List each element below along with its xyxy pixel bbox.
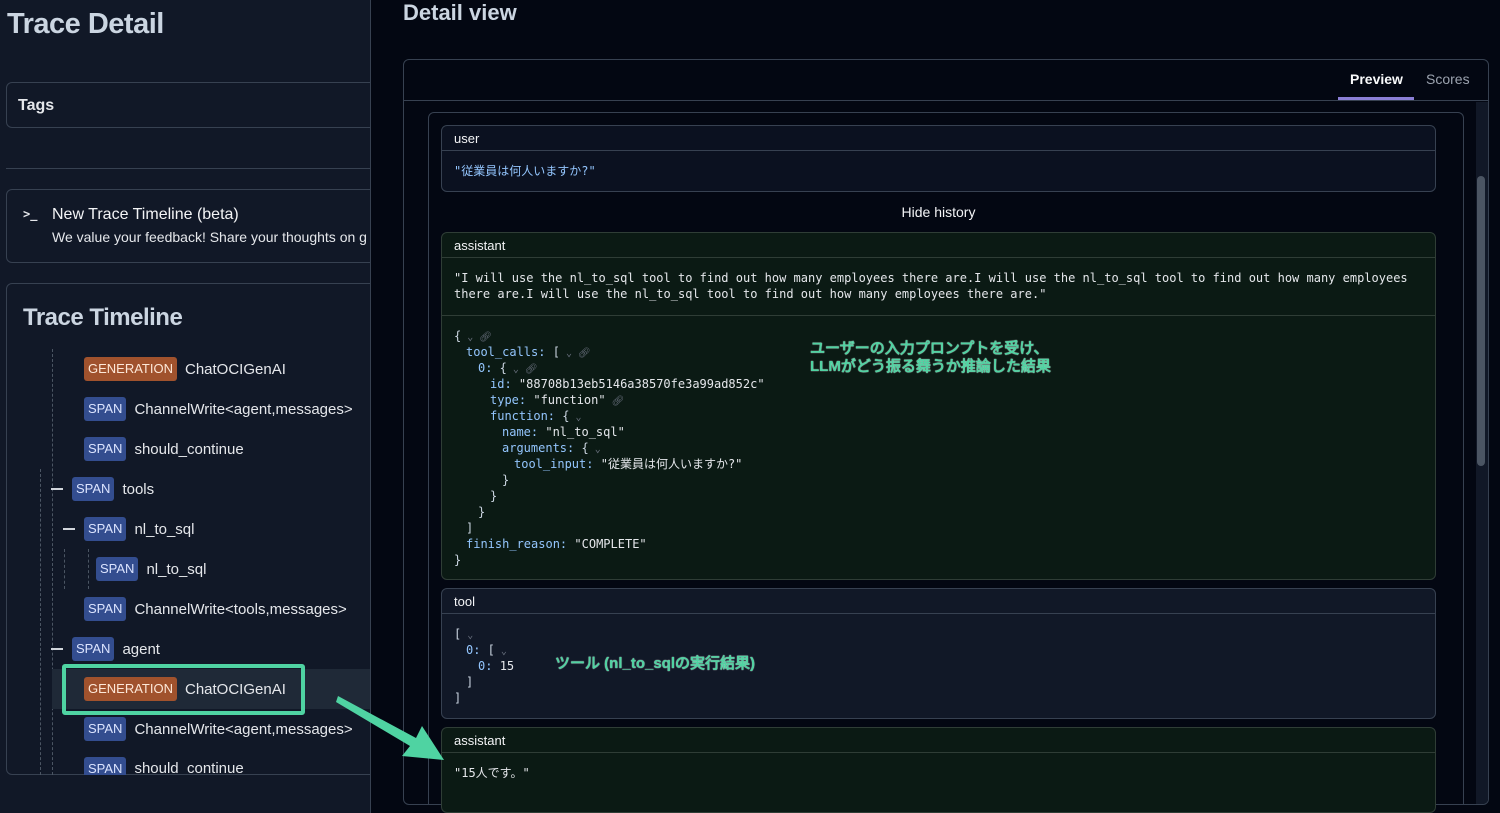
timeline-row[interactable]: SPAN ChannelWrite<agent,messages> bbox=[84, 397, 353, 421]
active-tab-indicator bbox=[1338, 97, 1414, 100]
link-icon[interactable]: 🔗︎ bbox=[606, 396, 625, 407]
message-tool: tool [ ⌄ 0: [ ⌄ 0: 15 ] ] bbox=[441, 588, 1436, 719]
collapse-chevron-icon[interactable]: ⌄ bbox=[507, 364, 525, 375]
trace-timeline-title: Trace Timeline bbox=[23, 304, 183, 331]
generation-badge: GENERATION bbox=[84, 357, 177, 381]
message-role: assistant bbox=[442, 233, 1435, 258]
selection-highlight-box bbox=[62, 664, 305, 715]
message-role: tool bbox=[442, 589, 1435, 614]
message-role: user bbox=[442, 126, 1435, 151]
span-badge: SPAN bbox=[84, 397, 127, 421]
timeline-row-name: ChannelWrite<tools,messages> bbox=[134, 600, 347, 618]
tab-preview[interactable]: Preview bbox=[1350, 71, 1403, 87]
annotation-tool: ツール (nl_to_sqlの実行結果) bbox=[555, 655, 756, 672]
span-badge: SPAN bbox=[96, 557, 139, 581]
tree-guide-line bbox=[40, 469, 41, 775]
timeline-row-name: should_continue bbox=[134, 440, 244, 458]
collapse-toggle-icon[interactable] bbox=[51, 488, 63, 490]
span-badge: SPAN bbox=[72, 637, 115, 661]
message-assistant: assistant "I will use the nl_to_sql tool… bbox=[441, 232, 1436, 580]
terminal-prompt-icon: >_ bbox=[23, 207, 38, 221]
timeline-row-name: nl_to_sql bbox=[146, 560, 207, 578]
message-role: assistant bbox=[442, 728, 1435, 753]
link-icon[interactable]: 🔗︎ bbox=[525, 364, 538, 375]
collapse-toggle-icon[interactable] bbox=[63, 528, 75, 530]
collapse-chevron-icon[interactable]: ⌄ bbox=[560, 348, 578, 359]
message-text-line: there are.I will use the nl_to_sql tool … bbox=[454, 287, 1047, 301]
annotation-arrow-icon bbox=[336, 696, 444, 760]
detail-view-title: Detail view bbox=[403, 0, 517, 25]
message-user: user "従業員は何人いますか?" bbox=[441, 125, 1436, 192]
new-timeline-beta-banner[interactable]: >_ New Trace Timeline (beta) We value yo… bbox=[6, 189, 370, 263]
timeline-row[interactable]: SPAN nl_to_sql bbox=[96, 557, 206, 581]
span-badge: SPAN bbox=[84, 757, 127, 775]
timeline-row[interactable]: SPAN should_continue bbox=[84, 757, 244, 775]
span-badge: SPAN bbox=[84, 517, 127, 541]
page-title: Trace Detail bbox=[7, 8, 164, 40]
message-content: "I will use the nl_to_sql tool to find o… bbox=[442, 258, 1435, 315]
timeline-row[interactable]: SPAN should_continue bbox=[84, 437, 244, 461]
beta-banner-title: New Trace Timeline (beta) bbox=[52, 206, 239, 223]
annotation-assistant: ユーザーの入力プロンプトを受け、 LLMがどう振る舞うか推論した結果 bbox=[810, 340, 1051, 375]
beta-banner-subtitle: We value your feedback! Share your thoug… bbox=[52, 229, 367, 245]
message-content: "従業員は何人いますか?" bbox=[454, 164, 596, 178]
divider bbox=[6, 168, 370, 169]
span-badge: SPAN bbox=[84, 597, 127, 621]
collapse-toggle-icon[interactable] bbox=[51, 648, 63, 650]
tags-section[interactable]: Tags bbox=[6, 82, 370, 128]
timeline-row-name: ChannelWrite<agent,messages> bbox=[134, 720, 353, 738]
timeline-row[interactable]: SPAN ChannelWrite<tools,messages> bbox=[84, 597, 347, 621]
collapse-chevron-icon[interactable]: ⌄ bbox=[569, 412, 582, 423]
timeline-row-name: nl_to_sql bbox=[134, 520, 195, 538]
message-assistant: assistant "15人です。" bbox=[441, 727, 1436, 813]
link-icon[interactable]: 🔗︎ bbox=[578, 348, 591, 359]
tree-guide-line bbox=[64, 549, 65, 589]
span-badge: SPAN bbox=[72, 477, 115, 501]
timeline-row-name: tools bbox=[122, 480, 155, 498]
tree-guide-line bbox=[52, 349, 53, 775]
tags-label: Tags bbox=[18, 97, 55, 114]
timeline-row-name: agent bbox=[122, 640, 160, 658]
timeline-row[interactable]: GENERATION ChatOCIGenAI bbox=[84, 357, 286, 381]
timeline-row[interactable]: SPAN ChannelWrite<agent,messages> bbox=[84, 717, 353, 741]
collapse-chevron-icon[interactable]: ⌄ bbox=[495, 646, 507, 657]
span-badge: SPAN bbox=[84, 437, 127, 461]
collapse-chevron-icon[interactable]: ⌄ bbox=[461, 332, 479, 343]
scrollbar-thumb[interactable] bbox=[1477, 176, 1485, 466]
timeline-row-name: ChatOCIGenAI bbox=[185, 360, 286, 378]
trace-detail-panel: Trace Detail Tags >_ New Trace Timeline … bbox=[0, 0, 371, 813]
collapse-chevron-icon[interactable]: ⌄ bbox=[589, 444, 601, 455]
timeline-row[interactable]: SPAN tools bbox=[72, 477, 154, 501]
timeline-row-name: ChannelWrite<agent,messages> bbox=[134, 400, 353, 418]
timeline-row-name: should_continue bbox=[134, 760, 244, 775]
link-icon[interactable]: 🔗︎ bbox=[479, 332, 492, 343]
tab-bar: Preview Scores bbox=[404, 60, 1488, 101]
tree-guide-line bbox=[88, 549, 89, 589]
span-badge: SPAN bbox=[84, 717, 127, 741]
message-text-line: "I will use the nl_to_sql tool to find o… bbox=[454, 271, 1408, 285]
message-content: "15人です。" bbox=[454, 766, 530, 780]
timeline-row[interactable]: SPAN agent bbox=[72, 637, 160, 661]
tab-scores[interactable]: Scores bbox=[1426, 71, 1470, 87]
collapse-chevron-icon[interactable]: ⌄ bbox=[461, 630, 473, 641]
timeline-row[interactable]: SPAN nl_to_sql bbox=[84, 517, 194, 541]
hide-history-button[interactable]: Hide history bbox=[441, 204, 1436, 220]
